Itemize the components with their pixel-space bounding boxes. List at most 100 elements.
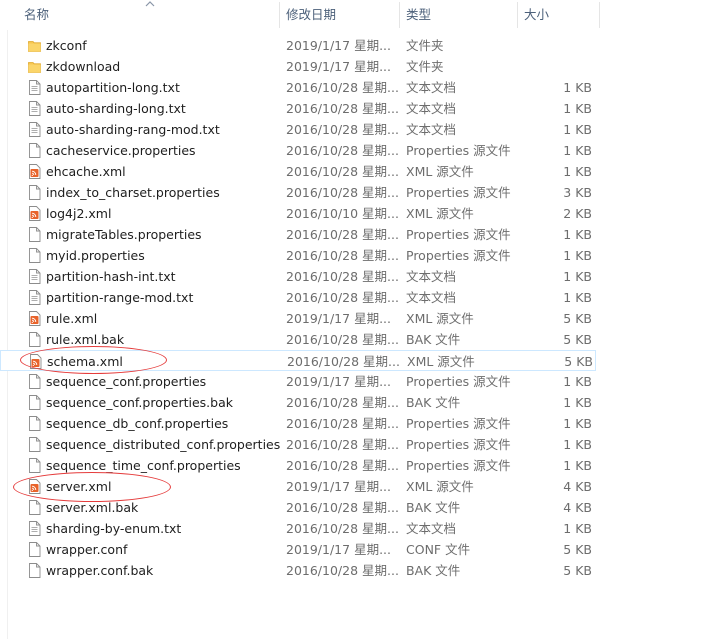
file-row[interactable]: sequence_conf.properties 2019/1/17 星期... P… xyxy=(0,371,600,392)
file-row[interactable]: sequence_conf.properties.bak 2016/10/28 星… xyxy=(0,392,600,413)
file-name: ehcache.xml xyxy=(46,164,126,179)
file-row[interactable]: myid.properties 2016/10/28 星期... Propertie… xyxy=(0,245,600,266)
file-row[interactable]: rule.xml 2019/1/17 星期... XML 源文件 5 KB xyxy=(0,308,600,329)
file-type: Properties 源文件 xyxy=(406,437,511,452)
file-date: 2016/10/28 星期... xyxy=(286,143,399,158)
file-row[interactable]: partition-range-mod.txt 2016/10/28 星期... 文… xyxy=(0,287,600,308)
column-type-header[interactable]: 类型 xyxy=(400,0,518,30)
file-type: BAK 文件 xyxy=(406,332,461,347)
file-row[interactable]: cacheservice.properties 2016/10/28 星期... P… xyxy=(0,140,600,161)
file-size: 1 KB xyxy=(563,122,592,137)
file-row[interactable]: auto-sharding-rang-mod.txt 2016/10/28 星期.… xyxy=(0,119,600,140)
xml-file-icon xyxy=(28,164,41,179)
file-type: Properties 源文件 xyxy=(406,185,511,200)
file-type: BAK 文件 xyxy=(406,500,461,515)
xml-file-icon xyxy=(29,354,42,369)
column-divider[interactable] xyxy=(599,2,600,28)
file-type: 文本文档 xyxy=(406,290,457,305)
file-type: 文本文档 xyxy=(406,101,457,116)
file-icon xyxy=(28,227,41,242)
file-size: 1 KB xyxy=(563,80,592,95)
file-type: XML 源文件 xyxy=(406,479,474,494)
column-name-header[interactable]: 名称 xyxy=(18,0,280,30)
file-date: 2016/10/28 星期... xyxy=(286,185,399,200)
file-date: 2016/10/28 星期... xyxy=(286,395,399,410)
file-type: 文本文档 xyxy=(406,269,457,284)
file-icon xyxy=(28,374,41,389)
file-row[interactable]: ehcache.xml 2016/10/28 星期... XML 源文件 1 KB xyxy=(0,161,600,182)
file-row[interactable]: schema.xml 2016/10/28 星期... XML 源文件 5 KB xyxy=(0,350,596,371)
file-name: rule.xml.bak xyxy=(46,332,125,347)
text-document-icon xyxy=(28,269,41,284)
file-size: 1 KB xyxy=(563,101,592,116)
file-size: 1 KB xyxy=(563,521,592,536)
file-icon xyxy=(28,143,41,158)
column-date-header[interactable]: 修改日期 xyxy=(280,0,400,30)
file-date: 2016/10/28 星期... xyxy=(286,290,399,305)
file-date: 2016/10/28 星期... xyxy=(286,248,399,263)
file-row[interactable]: index_to_charset.properties 2016/10/28 星期… xyxy=(0,182,600,203)
file-icon xyxy=(28,563,41,578)
file-row[interactable]: rule.xml.bak 2016/10/28 星期... BAK 文件 5 KB xyxy=(0,329,600,350)
file-row[interactable]: sharding-by-enum.txt 2016/10/28 星期... 文本文档… xyxy=(0,518,600,539)
file-date: 2019/1/17 星期... xyxy=(286,542,391,557)
file-type: 文本文档 xyxy=(406,521,457,536)
file-row[interactable]: wrapper.conf.bak 2016/10/28 星期... BAK 文件 5 … xyxy=(0,560,600,581)
file-size: 1 KB xyxy=(563,416,592,431)
file-size: 1 KB xyxy=(563,143,592,158)
file-row[interactable]: autopartition-long.txt 2016/10/28 星期... 文本… xyxy=(0,77,600,98)
file-row[interactable]: server.xml 2019/1/17 星期... XML 源文件 4 KB xyxy=(0,476,600,497)
file-size: 5 KB xyxy=(563,311,592,326)
text-document-icon xyxy=(28,290,41,305)
file-row[interactable]: partition-hash-int.txt 2016/10/28 星期... 文本… xyxy=(0,266,600,287)
file-name: cacheservice.properties xyxy=(46,143,196,158)
file-type: XML 源文件 xyxy=(406,311,474,326)
column-size-header[interactable]: 大小 xyxy=(518,0,600,30)
file-type: XML 源文件 xyxy=(406,164,474,179)
file-row[interactable]: sequence_db_conf.properties 2016/10/28 星期… xyxy=(0,413,600,434)
xml-file-icon xyxy=(28,311,41,326)
file-size: 4 KB xyxy=(563,479,592,494)
file-size: 5 KB xyxy=(564,354,593,369)
file-name: auto-sharding-long.txt xyxy=(46,101,186,116)
file-type: Properties 源文件 xyxy=(406,227,511,242)
file-name: partition-range-mod.txt xyxy=(46,290,194,305)
file-size: 1 KB xyxy=(563,437,592,452)
file-row[interactable]: zkdownload 2019/1/17 星期... 文件夹 xyxy=(0,56,600,77)
file-date: 2016/10/28 星期... xyxy=(286,563,399,578)
file-row[interactable]: zkconf 2019/1/17 星期... 文件夹 xyxy=(0,35,600,56)
file-date: 2016/10/28 星期... xyxy=(286,101,399,116)
file-icon xyxy=(28,248,41,263)
file-type: BAK 文件 xyxy=(406,563,461,578)
file-name: zkdownload xyxy=(46,59,121,74)
file-date: 2016/10/28 星期... xyxy=(286,458,399,473)
file-size: 1 KB xyxy=(563,164,592,179)
file-size: 2 KB xyxy=(563,206,592,221)
file-date: 2016/10/28 星期... xyxy=(286,437,399,452)
file-date: 2016/10/10 星期... xyxy=(286,206,399,221)
file-type: XML 源文件 xyxy=(407,354,475,369)
file-row[interactable]: sequence_time_conf.properties 2016/10/28 … xyxy=(0,455,600,476)
file-date: 2016/10/28 星期... xyxy=(286,500,399,515)
file-size: 5 KB xyxy=(563,542,592,557)
file-row[interactable]: migrateTables.properties 2016/10/28 星期...… xyxy=(0,224,600,245)
file-type: CONF 文件 xyxy=(406,542,471,557)
file-name: sequence_distributed_conf.properties xyxy=(46,437,281,452)
file-type: Properties 源文件 xyxy=(406,248,511,263)
file-date: 2016/10/28 星期... xyxy=(286,80,399,95)
file-icon xyxy=(28,542,41,557)
file-size: 1 KB xyxy=(563,458,592,473)
file-row[interactable]: sequence_distributed_conf.properties 2016… xyxy=(0,434,600,455)
file-row[interactable]: log4j2.xml 2016/10/10 星期... XML 源文件 2 KB xyxy=(0,203,600,224)
text-document-icon xyxy=(28,122,41,137)
file-icon xyxy=(28,500,41,515)
file-size: 1 KB xyxy=(563,248,592,263)
file-row[interactable]: server.xml.bak 2016/10/28 星期... BAK 文件 4 KB xyxy=(0,497,600,518)
file-name: sequence_time_conf.properties xyxy=(46,458,241,473)
file-icon xyxy=(28,185,41,200)
file-name: myid.properties xyxy=(46,248,145,263)
file-row[interactable]: auto-sharding-long.txt 2016/10/28 星期... 文本… xyxy=(0,98,600,119)
file-name: zkconf xyxy=(46,38,87,53)
file-row[interactable]: wrapper.conf 2019/1/17 星期... CONF 文件 5 KB xyxy=(0,539,600,560)
xml-file-icon xyxy=(28,479,41,494)
